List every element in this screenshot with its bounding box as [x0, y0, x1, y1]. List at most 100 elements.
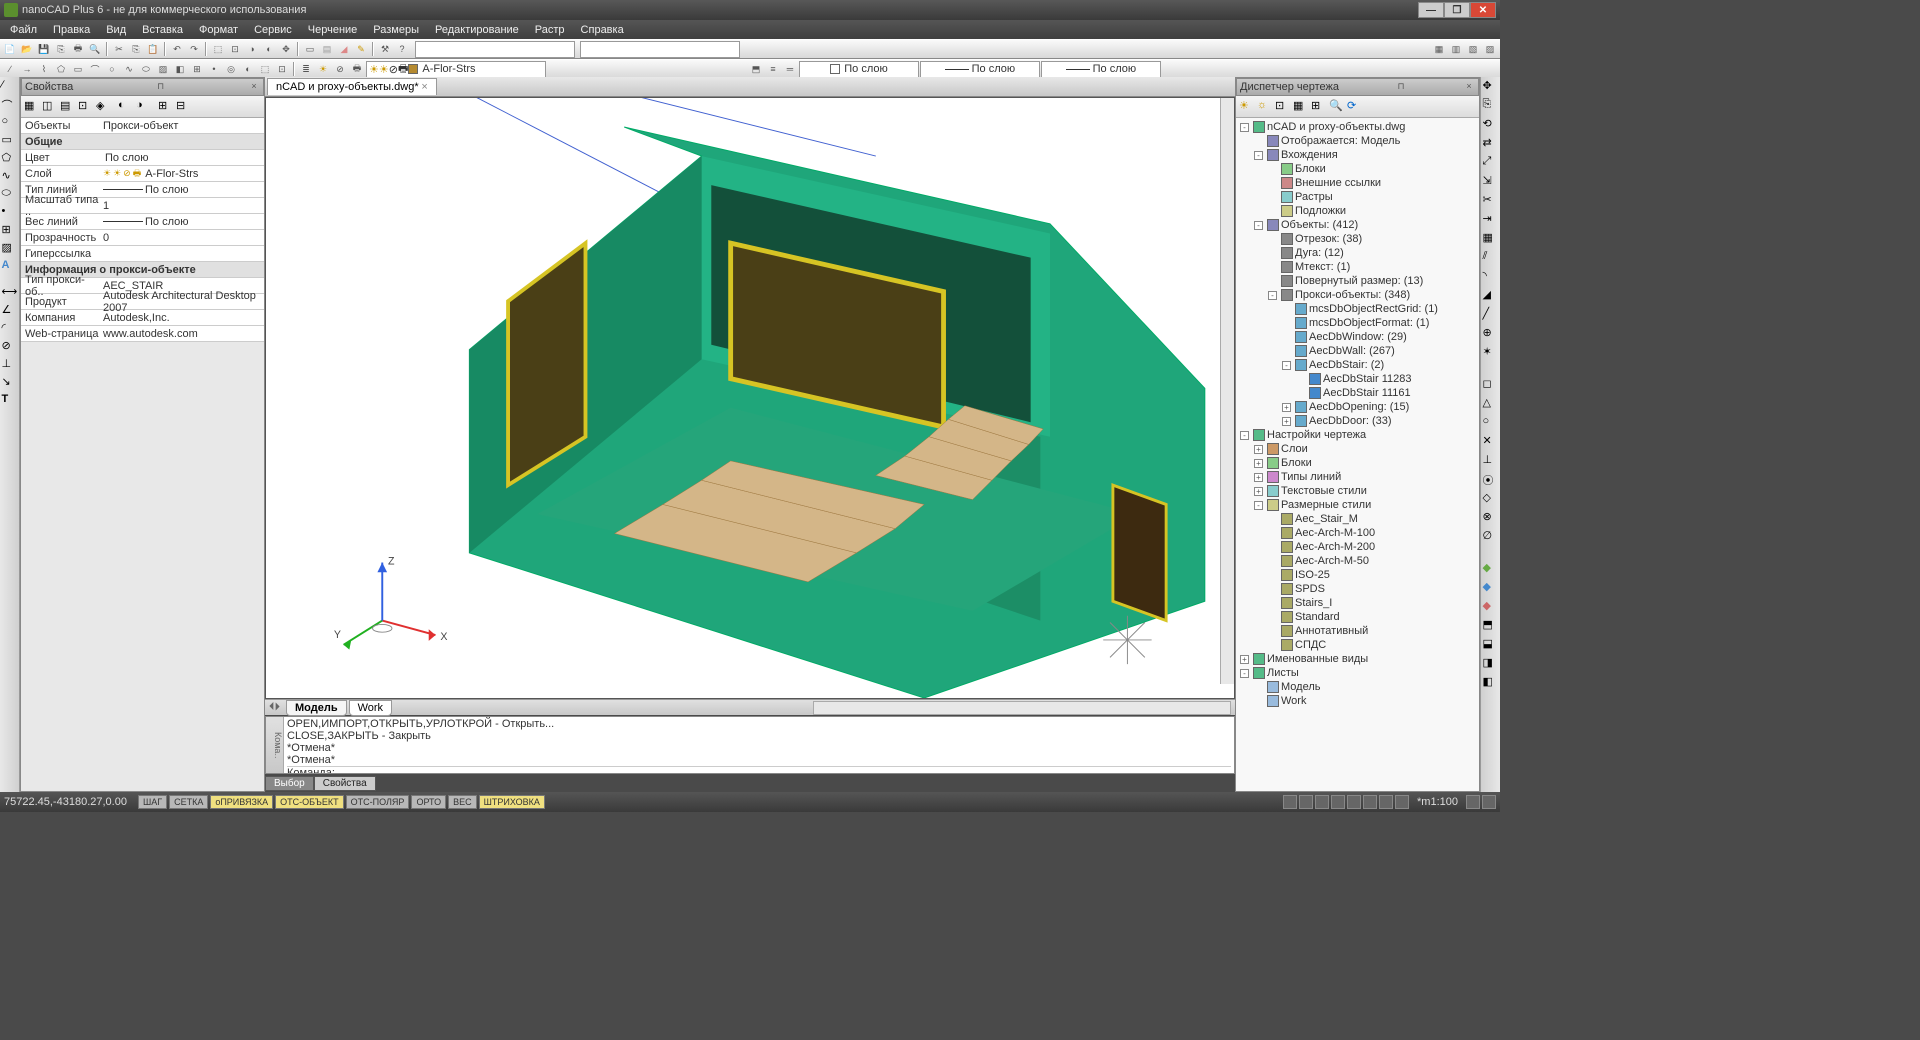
arc-icon[interactable]: ⌒: [87, 61, 103, 77]
paste-icon[interactable]: 📋: [145, 41, 161, 57]
maximize-button[interactable]: ❐: [1444, 2, 1470, 18]
scale-readout[interactable]: *m1:100: [1417, 796, 1458, 808]
zoom-extents-icon[interactable]: ⊡: [227, 41, 243, 57]
work-tab[interactable]: Work: [349, 700, 392, 716]
tree-node[interactable]: Внешние ссылки: [1238, 176, 1477, 190]
panel-close-icon[interactable]: ×: [1463, 81, 1475, 93]
tree-node[interactable]: Блоки: [1238, 162, 1477, 176]
menu-Вид[interactable]: Вид: [100, 22, 132, 38]
saveall-icon[interactable]: ⎘: [53, 41, 69, 57]
minimize-button[interactable]: —: [1418, 2, 1444, 18]
layout2-icon[interactable]: ▥: [1448, 41, 1464, 57]
layout4-icon[interactable]: ▨: [1482, 41, 1498, 57]
prop-row[interactable]: ЦветПо слою: [21, 150, 264, 166]
status-icon[interactable]: [1347, 795, 1361, 809]
tree-node[interactable]: -Объекты: (412): [1238, 218, 1477, 232]
close-button[interactable]: ✕: [1470, 2, 1496, 18]
poly-icon[interactable]: ⬠: [53, 61, 69, 77]
explode-icon[interactable]: ✶: [1483, 345, 1499, 361]
menu-Вставка[interactable]: Вставка: [136, 22, 189, 38]
tool2-icon[interactable]: ⊡: [274, 61, 290, 77]
status-toggle[interactable]: оПРИВЯЗКА: [210, 795, 273, 809]
move-icon[interactable]: ✥: [1483, 79, 1499, 95]
draw-rect-icon[interactable]: ▭: [2, 133, 18, 149]
menu-Сервис[interactable]: Сервис: [248, 22, 298, 38]
dim-ang-icon[interactable]: ∠: [2, 303, 18, 319]
search-box[interactable]: [415, 41, 575, 58]
utility-icon[interactable]: ⚒: [377, 41, 393, 57]
iso-ne-icon[interactable]: ◨: [1483, 656, 1499, 672]
tree-node[interactable]: Отображается: Модель: [1238, 134, 1477, 148]
menu-Справка[interactable]: Справка: [575, 22, 630, 38]
ltype-dropdown[interactable]: По слою: [920, 61, 1040, 78]
status-toggle[interactable]: ШТРИХОВКА: [479, 795, 545, 809]
offset-icon[interactable]: ⫽: [1483, 250, 1499, 266]
prop-tool-icon[interactable]: ◐: [117, 98, 135, 116]
undo-icon[interactable]: ↶: [169, 41, 185, 57]
status-toggle[interactable]: ОТС-ПОЛЯР: [346, 795, 410, 809]
model-tab[interactable]: Модель: [286, 700, 347, 716]
tree-node[interactable]: Подложки: [1238, 204, 1477, 218]
status-toggle[interactable]: ВЕС: [448, 795, 477, 809]
pan-icon[interactable]: ✥: [278, 41, 294, 57]
tree-node[interactable]: Дуга: (12): [1238, 246, 1477, 260]
tree-node[interactable]: Aec-Arch-M-50: [1238, 554, 1477, 568]
snap-cen-icon[interactable]: ○: [1483, 415, 1499, 431]
drawing-manager-header[interactable]: Диспетчер чертежа ⊓ ×: [1236, 78, 1479, 96]
cut-icon[interactable]: ✂: [111, 41, 127, 57]
dm-tool-icon[interactable]: ⊡: [1274, 98, 1292, 116]
tree-node[interactable]: Модель: [1238, 680, 1477, 694]
tree-node[interactable]: +Текстовые стили: [1238, 484, 1477, 498]
dm-zoom-icon[interactable]: 🔍: [1328, 98, 1346, 116]
prop-tool-icon[interactable]: ◫: [41, 98, 59, 116]
tree-node[interactable]: Мтекст: (1): [1238, 260, 1477, 274]
prop-row[interactable]: Прозрачность0: [21, 230, 264, 246]
tree-node[interactable]: Повернутый размер: (13): [1238, 274, 1477, 288]
vscrollbar[interactable]: [1220, 98, 1234, 684]
dim-ord-icon[interactable]: ⊥: [2, 357, 18, 373]
dm-tool-icon[interactable]: ☼: [1256, 98, 1274, 116]
tab-nav-icon[interactable]: ⏴⏵: [265, 701, 284, 714]
prop-tool-icon[interactable]: ⊡: [77, 98, 95, 116]
prop-tool-icon[interactable]: ◑: [135, 98, 153, 116]
stretch-icon[interactable]: ⇲: [1483, 174, 1499, 190]
prop-row[interactable]: КомпанияAutodesk,Inc.: [21, 310, 264, 326]
tree-node[interactable]: Standard: [1238, 610, 1477, 624]
point-icon[interactable]: •: [206, 61, 222, 77]
layout3-icon[interactable]: ▧: [1465, 41, 1481, 57]
tree-node[interactable]: Stairs_I: [1238, 596, 1477, 610]
drawing-canvas[interactable]: X Y Z: [265, 97, 1235, 699]
snap-perp-icon[interactable]: ⊥: [1483, 453, 1499, 469]
status-toggle[interactable]: ШАГ: [138, 795, 167, 809]
draw-ell-icon[interactable]: ⬭: [2, 187, 18, 203]
layer-on-icon[interactable]: 🖶: [349, 61, 365, 77]
lweight-dropdown[interactable]: По слою: [1041, 61, 1161, 78]
prop-row[interactable]: Web-страницаwww.autodesk.com: [21, 326, 264, 342]
tree-node[interactable]: +Блоки: [1238, 456, 1477, 470]
draw-circle-icon[interactable]: ○: [2, 115, 18, 131]
tree-node[interactable]: mcsDbObjectFormat: (1): [1238, 316, 1477, 330]
grad-icon[interactable]: ◐: [240, 61, 256, 77]
drawing-tree[interactable]: -nCAD и proxy-объекты.dwgОтображается: М…: [1236, 118, 1479, 791]
dm-tool-icon[interactable]: ☀: [1238, 98, 1256, 116]
ellipse-icon[interactable]: ⬭: [138, 61, 154, 77]
menu-Формат[interactable]: Формат: [193, 22, 244, 38]
tree-node[interactable]: -nCAD и proxy-объекты.dwg: [1238, 120, 1477, 134]
ray-icon[interactable]: →: [19, 61, 35, 77]
prop-tool-icon[interactable]: ⊞: [157, 98, 175, 116]
tree-node[interactable]: -Прокси-объекты: (348): [1238, 288, 1477, 302]
snap-mid-icon[interactable]: △: [1483, 396, 1499, 412]
dim-rad-icon[interactable]: ◜: [2, 321, 18, 337]
prop-tool-icon[interactable]: ▦: [23, 98, 41, 116]
tree-node[interactable]: Растры: [1238, 190, 1477, 204]
prop-group-general[interactable]: Общие: [21, 134, 264, 150]
color-icon[interactable]: ⬒: [748, 61, 764, 77]
prop-row[interactable]: Слой☀☀⊘🖶A-Flor-Strs: [21, 166, 264, 182]
tree-node[interactable]: Aec-Arch-M-100: [1238, 526, 1477, 540]
status-icon[interactable]: [1363, 795, 1377, 809]
draw-line-icon[interactable]: ∕: [2, 79, 18, 95]
break-icon[interactable]: ╱: [1483, 307, 1499, 323]
tree-node[interactable]: Work: [1238, 694, 1477, 708]
hatch-icon[interactable]: ▨: [155, 61, 171, 77]
tree-node[interactable]: -AecDbStair: (2): [1238, 358, 1477, 372]
